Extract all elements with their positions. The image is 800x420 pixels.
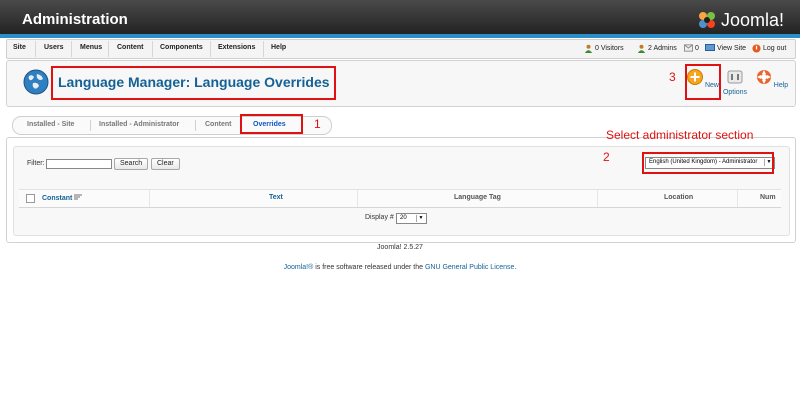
globe-icon bbox=[23, 69, 49, 95]
column-language-tag: Language Tag bbox=[454, 194, 501, 201]
menu-bar: Site Users Menus Content Components Exte… bbox=[6, 39, 796, 59]
license-mid-text: is free software released under the bbox=[313, 264, 425, 271]
menu-users[interactable]: Users bbox=[44, 44, 63, 51]
help-lifebuoy-icon bbox=[756, 70, 771, 84]
admins-count: 2 Admins bbox=[648, 45, 677, 52]
logout-icon bbox=[752, 44, 761, 53]
filter-label: Filter: bbox=[27, 160, 45, 167]
overrides-marker: 1 bbox=[314, 117, 321, 131]
brand-bar bbox=[0, 34, 800, 38]
menu-extensions[interactable]: Extensions bbox=[218, 44, 255, 51]
sort-icon bbox=[74, 194, 83, 200]
options-icon bbox=[727, 70, 743, 84]
section-note: Select administrator section bbox=[606, 128, 754, 142]
title-highlight-box bbox=[51, 66, 336, 100]
section-marker: 2 bbox=[603, 150, 610, 164]
help-button-label: Help bbox=[773, 82, 789, 89]
column-constant[interactable]: Constant bbox=[42, 194, 83, 202]
admin-header: Administration Joomla! bbox=[0, 0, 800, 38]
menu-divider bbox=[263, 41, 264, 57]
visitors-status: 0 Visitors bbox=[584, 44, 624, 53]
messages-count: 0 bbox=[695, 44, 699, 52]
table-header: Constant Text Language Tag Location Num bbox=[19, 189, 781, 208]
section-select-highlight-box bbox=[642, 152, 774, 174]
column-divider bbox=[737, 190, 738, 207]
menu-site[interactable]: Site bbox=[13, 44, 26, 51]
chevron-down-icon[interactable]: ▼ bbox=[416, 215, 425, 222]
filter-input[interactable] bbox=[46, 159, 112, 169]
tab-divider bbox=[195, 120, 196, 131]
tab-installed-administrator[interactable]: Installed - Administrator bbox=[99, 121, 179, 128]
monitor-icon bbox=[705, 44, 715, 51]
new-button-highlight-box bbox=[685, 64, 721, 100]
menu-divider bbox=[35, 41, 36, 57]
admins-status: 2 Admins bbox=[637, 44, 677, 53]
column-divider bbox=[597, 190, 598, 207]
search-button[interactable]: Search bbox=[114, 158, 149, 170]
clear-button[interactable]: Clear bbox=[151, 158, 180, 170]
help-button[interactable]: Help bbox=[755, 69, 789, 99]
logout-label: Log out bbox=[763, 45, 787, 52]
messages-status[interactable]: 0 bbox=[684, 44, 699, 52]
new-marker: 3 bbox=[669, 70, 676, 84]
joomla-link[interactable]: Joomla!® bbox=[284, 264, 314, 271]
version-text: Joomla! 2.5.27 bbox=[377, 244, 423, 251]
mail-icon bbox=[684, 44, 693, 52]
column-num: Num bbox=[760, 194, 776, 201]
admins-icon bbox=[637, 44, 646, 53]
display-label: Display # bbox=[365, 214, 394, 221]
joomla-logo[interactable]: Joomla! bbox=[697, 9, 784, 31]
column-divider bbox=[149, 190, 150, 207]
tab-installed-site[interactable]: Installed - Site bbox=[27, 121, 74, 128]
column-divider bbox=[357, 190, 358, 207]
menu-divider bbox=[152, 41, 153, 57]
license-suffix: . bbox=[514, 264, 517, 271]
menu-content[interactable]: Content bbox=[117, 44, 143, 51]
options-button[interactable]: Options bbox=[718, 69, 752, 99]
view-site-link[interactable]: View Site bbox=[705, 44, 746, 52]
display-limit-value: 20 bbox=[400, 215, 407, 221]
visitors-count: 0 Visitors bbox=[595, 45, 624, 52]
view-site-label: View Site bbox=[717, 44, 747, 52]
logo-text: Joomla! bbox=[721, 9, 785, 30]
visitors-icon bbox=[584, 44, 593, 53]
header-title: Administration bbox=[22, 11, 128, 28]
gpl-link[interactable]: GNU General Public License bbox=[425, 264, 515, 271]
menu-components[interactable]: Components bbox=[160, 44, 203, 51]
license-text: Joomla!® is free software released under… bbox=[0, 264, 800, 271]
column-location: Location bbox=[664, 194, 694, 201]
menu-divider bbox=[108, 41, 109, 57]
options-button-label: Options bbox=[722, 89, 748, 96]
display-limit-select[interactable]: 20 ▼ bbox=[396, 213, 427, 224]
column-constant-label: Constant bbox=[42, 195, 73, 202]
menu-divider bbox=[71, 41, 72, 57]
menu-help[interactable]: Help bbox=[271, 44, 286, 51]
tab-divider bbox=[90, 120, 91, 131]
logout-link[interactable]: Log out bbox=[752, 44, 786, 53]
menu-divider bbox=[210, 41, 211, 57]
menu-menus[interactable]: Menus bbox=[80, 44, 102, 51]
overrides-highlight-box bbox=[240, 114, 303, 134]
joomla-logo-icon bbox=[699, 12, 715, 28]
select-all-checkbox[interactable] bbox=[26, 194, 35, 203]
tab-content[interactable]: Content bbox=[205, 121, 231, 128]
column-text[interactable]: Text bbox=[269, 194, 283, 201]
